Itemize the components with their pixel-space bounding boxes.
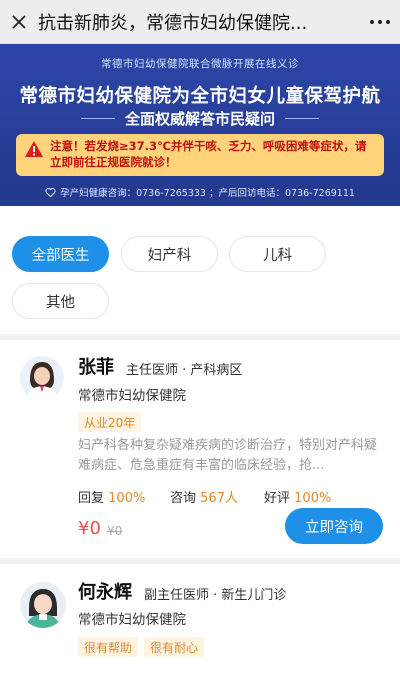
nav-bar: 抗击新肺炎，常德市妇幼保健院... bbox=[0, 0, 400, 44]
original-price: ¥0 bbox=[107, 524, 123, 538]
more-button[interactable] bbox=[360, 19, 400, 24]
banner-footer: 孕产妇健康咨询：0736-7265333 ；产后回访电话：0736-726911… bbox=[0, 185, 400, 199]
banner-subtitle: 常德市妇幼保健院联合微脉开展在线义诊 bbox=[101, 58, 299, 70]
doctor-title: 主任医师 · 产科病区 bbox=[126, 363, 243, 378]
consult-count: 咨询 567人 bbox=[170, 491, 238, 506]
doctor-avatar-icon bbox=[20, 356, 64, 400]
banner-subheadline-row: 全面权威解答市民疑问 bbox=[0, 108, 400, 129]
hospital-name: 常德市妇幼保健院 bbox=[78, 612, 186, 628]
filter-pediatrics[interactable]: 儿科 bbox=[229, 236, 326, 272]
hotline-text: 孕产妇健康咨询：0736-7265333 ；产后回访电话：0736-726911… bbox=[60, 188, 355, 199]
consult-now-button[interactable]: 立即咨询 bbox=[285, 508, 383, 544]
review-tag: 很有帮助 bbox=[78, 637, 139, 657]
experience-tag: 从业20年 bbox=[78, 412, 142, 432]
reply-rate: 回复 100% bbox=[78, 491, 146, 506]
doctor-name: 何永辉 bbox=[78, 582, 132, 603]
doctor-title: 副主任医师 · 新生儿门诊 bbox=[144, 588, 287, 603]
doctor-avatar-icon bbox=[20, 582, 66, 628]
doctor-card[interactable]: 张菲 主任医师 · 产科病区 常德市妇幼保健院 从业20年 妇产科各种复杂疑难疾… bbox=[0, 340, 400, 558]
warning-icon bbox=[25, 141, 43, 157]
promo-banner[interactable]: 常德市妇幼保健院联合微脉开展在线义诊 常德市妇幼保健院为全市妇女儿童保驾护航 全… bbox=[0, 44, 400, 206]
more-icon bbox=[370, 19, 390, 24]
heart-icon bbox=[45, 187, 56, 197]
doctor-card[interactable]: 何永辉 副主任医师 · 新生儿门诊 常德市妇幼保健院 很有帮助 很有耐心 bbox=[0, 564, 400, 682]
review-tag: 很有耐心 bbox=[144, 637, 205, 657]
banner-subheadline: 全面权威解答市民疑问 bbox=[124, 110, 275, 128]
filter-bar: 全部医生 妇产科 儿科 其他 bbox=[0, 206, 400, 334]
price: ¥0 bbox=[78, 518, 101, 539]
close-icon bbox=[12, 14, 26, 29]
divider bbox=[80, 118, 115, 119]
banner-headline: 常德市妇幼保健院为全市妇女儿童保驾护航 bbox=[19, 86, 381, 107]
doctor-name: 张菲 bbox=[78, 357, 114, 378]
page-title: 抗击新肺炎，常德市妇幼保健院... bbox=[38, 12, 308, 34]
notice-text: 注意！若发烧≥37.3℃并伴干咳、乏力、呼吸困难等症状，请立即前往正规医院就诊！ bbox=[50, 139, 367, 169]
close-button[interactable] bbox=[0, 14, 38, 30]
hospital-name: 常德市妇幼保健院 bbox=[78, 388, 186, 404]
filter-gynecology[interactable]: 妇产科 bbox=[121, 236, 218, 272]
filter-other[interactable]: 其他 bbox=[12, 283, 109, 319]
avatar bbox=[20, 356, 64, 400]
positive-rating: 好评 100% bbox=[264, 491, 332, 506]
avatar bbox=[20, 582, 66, 628]
warning-notice: 注意！若发烧≥37.3℃并伴干咳、乏力、呼吸困难等症状，请立即前往正规医院就诊！ bbox=[16, 134, 384, 176]
filter-all-doctors[interactable]: 全部医生 bbox=[12, 236, 109, 272]
doctor-description: 妇产科各种复杂疑难疾病的诊断治疗，特别对产科疑难病症、危急重症有丰富的临床经验，… bbox=[78, 438, 378, 473]
divider bbox=[285, 118, 319, 119]
